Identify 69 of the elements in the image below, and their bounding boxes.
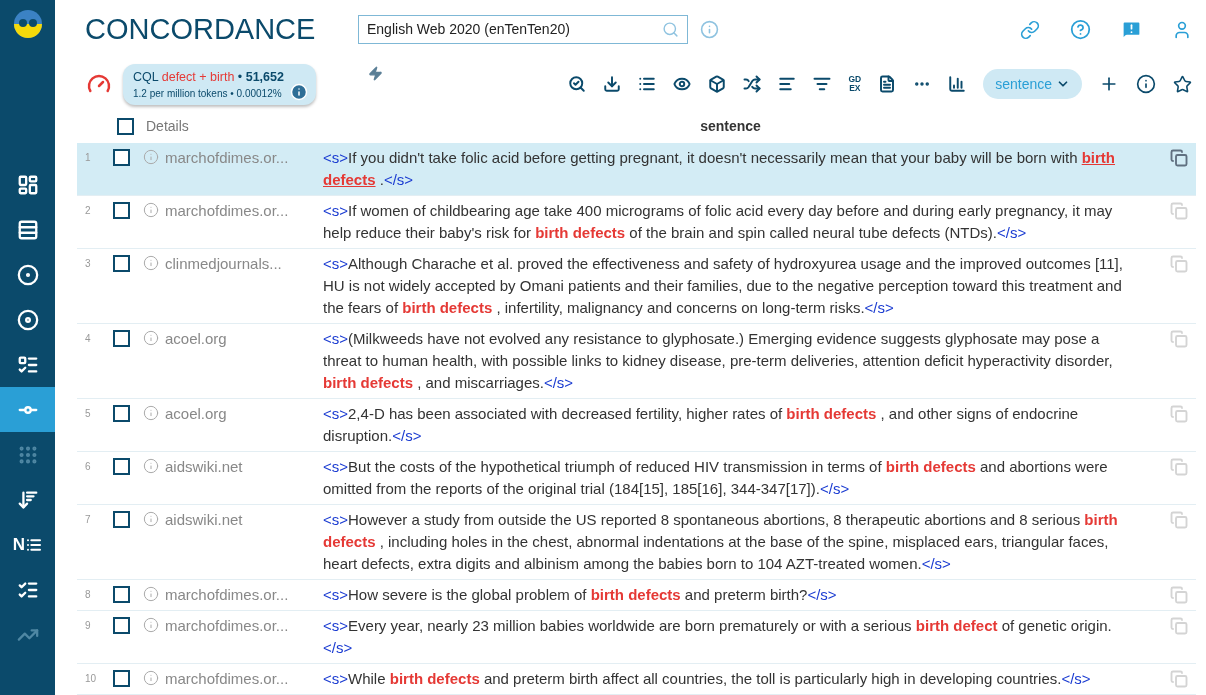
source-link[interactable]: marchofdimes.or...	[165, 147, 323, 169]
checkbox[interactable]	[113, 458, 130, 475]
source-link[interactable]: clinmedjournals...	[165, 253, 323, 275]
sentence-text: <s>However a study from outside the US reported 8 spontaneous abortions, 8 therapeutic abortions and 8 serious birth defects , including holes in the chest, abnormal indentations at the base of the spine, misplaced ears, triangular faces, heart defects, extra digits and albinism among the babies born to 104 AZT-treated women.</s>	[323, 510, 1119, 574]
bolt-icon[interactable]	[367, 65, 383, 81]
source-link[interactable]: acoel.org	[165, 403, 323, 425]
chart-icon[interactable]	[948, 75, 967, 94]
sentence-text: <s>Although Charache et al. proved the effectiveness and safety of hydroxyurea usage and the improved outcomes [11], HU is not widely accepted by Omani patients and their families, due to the negative perception toward this treatment and the fears of birth defects , infertility, malignancy and concerns on long-term risks.</s>	[323, 254, 1124, 318]
sentence-text: <s>If women of childbearing age take 400 micrograms of folic acid every day before and during early pregnancy, it may help reduce their baby's risk for birth defects of the brain and spin called neural tube defects (NTDs).</s>	[323, 201, 1114, 243]
search-icon[interactable]	[568, 75, 587, 94]
column-header: sentence	[699, 116, 762, 136]
row-number: 2	[84, 204, 92, 218]
sentence-text: <s>If you didn't take folic acid before getting pregnant, it doesn't necessarily mean that your baby will be born with birth defects .</s>	[323, 148, 1116, 190]
row-number: 7	[84, 513, 92, 527]
checkbox[interactable]	[113, 255, 130, 272]
rows-icon	[16, 218, 39, 241]
link-icon[interactable]	[1020, 19, 1040, 40]
row-number: 8	[84, 588, 92, 602]
row-number: 5	[84, 407, 92, 421]
source-link[interactable]: aidswiki.net	[165, 509, 323, 531]
checkbox[interactable]	[113, 149, 130, 166]
checkbox[interactable]	[113, 202, 130, 219]
checkbox[interactable]	[113, 330, 130, 347]
row-number: 3	[84, 257, 92, 271]
cube-icon[interactable]	[708, 75, 727, 94]
help-icon[interactable]	[1070, 19, 1091, 41]
checkbox[interactable]	[117, 117, 134, 135]
source-link[interactable]: marchofdimes.or...	[165, 668, 323, 690]
source-link[interactable]: marchofdimes.or...	[165, 200, 323, 222]
source-link[interactable]: marchofdimes.or...	[165, 584, 323, 606]
sentence-text: <s>But the costs of the hypothetical triumph of reduced HIV transmission in terms of birth defects and abortions were omitted from the reports of the original trial (184[15], 185[16], 344-347[17]).</s>	[323, 457, 1109, 499]
query-summary[interactable]: CQL defect + birth • 51,652 1.2 per million tokens • 0.00012%	[123, 63, 316, 106]
info-icon[interactable]	[1136, 74, 1156, 95]
sentence-text: <s>How severe is the global problem of birth defects and preterm birth?</s>	[323, 585, 838, 605]
corpus-field[interactable]: English Web 2020 (enTenTen20)	[358, 15, 688, 45]
column-header: Details	[146, 116, 190, 136]
shuffle-icon[interactable]	[743, 75, 762, 94]
row-number: 1	[84, 151, 92, 165]
checkbox[interactable]	[113, 586, 130, 603]
source-link[interactable]: marchofdimes.or...	[165, 615, 323, 637]
row-number: 4	[84, 332, 92, 346]
sidebar-item[interactable]: N	[0, 522, 55, 567]
view-select[interactable]: sentence	[983, 69, 1082, 100]
checkbox[interactable]	[113, 617, 130, 634]
query-text: CQL defect + birth • 51,652	[133, 68, 284, 86]
row-number: 9	[84, 619, 92, 633]
star-icon[interactable]	[1173, 74, 1192, 94]
sentence-text: <s>(Milkweeds have not evolved any resistance to glyphosate.) Emerging evidence suggests glyphosate may pose a threat to human health, with possible links to kidney disease, pre-term deliveries, attention deficit hyperactivity disorder, birth defects , and miscarriages.</s>	[323, 329, 1114, 393]
download-icon[interactable]	[603, 75, 622, 94]
sentence-text: <s>2,4-D has been associated with decreased fertility, higher rates of birth defects , and other signs of endocrine disruption.</s>	[323, 404, 1080, 446]
dashboard-icon	[16, 173, 39, 196]
target-icon	[16, 263, 39, 286]
sentence-text: <s>Every year, nearly 23 million babies worldwide are born prematurely or with a serious birth defect of genetic origin. </s>	[323, 616, 1113, 658]
sentence-text: <s>While birth defects and preterm birth affect all countries, the toll is particularly high in developing countries.</s>	[323, 669, 1092, 689]
user-icon[interactable]	[1172, 19, 1192, 40]
table-row[interactable]: 1 marchofdimes.or... <s>If you didn't take folic acid before getting pregnant, it doesn't necessarily mean that your baby will be born with birth defects .</s>	[77, 143, 1196, 196]
source-link[interactable]: aidswiki.net	[165, 456, 323, 478]
checkbox[interactable]	[113, 670, 130, 687]
logo-icon	[12, 9, 43, 39]
checkbox[interactable]	[113, 405, 130, 422]
gdex-icon[interactable]: GD EX	[848, 75, 862, 94]
app-title: CONCORDANCE	[85, 15, 317, 45]
document-icon[interactable]	[878, 75, 897, 94]
checkbox[interactable]	[113, 511, 130, 528]
row-number: 6	[84, 460, 92, 474]
copy-icon[interactable]	[1170, 149, 1188, 167]
source-link[interactable]: acoel.org	[165, 328, 323, 350]
query-stats: 1.2 per million tokens • 0.00012%	[133, 87, 283, 102]
row-number: 10	[84, 672, 98, 686]
